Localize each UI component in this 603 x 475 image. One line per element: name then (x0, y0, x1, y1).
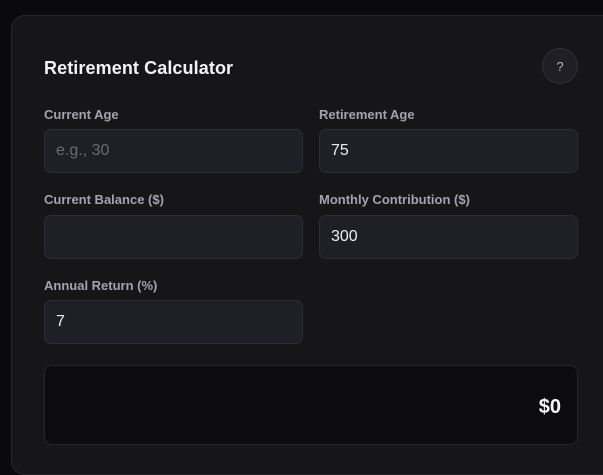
retirement-age-label: Retirement Age (319, 107, 415, 122)
current-balance-input[interactable] (44, 215, 303, 259)
calculator-title: Retirement Calculator (44, 58, 234, 78)
help-icon: ? (556, 58, 564, 74)
annual-return-label: Annual Return (%) (44, 278, 158, 293)
monthly-contribution-label: Monthly Contribution ($) (319, 192, 470, 207)
projected-balance-value: $0 (538, 396, 561, 418)
current-age-input[interactable] (44, 129, 303, 173)
monthly-contribution-input[interactable] (319, 215, 578, 259)
annual-return-input[interactable] (44, 300, 303, 344)
current-balance-label: Current Balance ($) (44, 192, 164, 207)
help-button[interactable]: ? (542, 48, 578, 84)
calculator-card: Retirement Calculator ? Current Age Reti… (11, 15, 603, 475)
retirement-age-input[interactable] (319, 129, 578, 173)
current-age-label: Current Age (44, 107, 119, 122)
result-panel: $0 (44, 365, 578, 445)
